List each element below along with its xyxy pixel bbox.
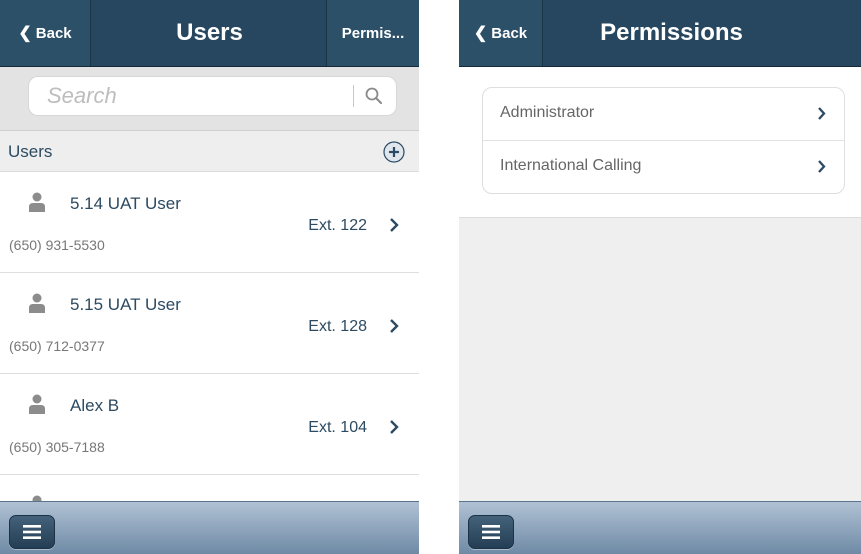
- chevron-right-icon: [390, 319, 399, 333]
- search-bar: [0, 67, 419, 131]
- back-chevron-icon: ❮: [473, 25, 488, 42]
- permissions-navbar: ❮ Back Permissions: [459, 0, 861, 67]
- menu-button[interactable]: [9, 515, 55, 549]
- person-icon: [29, 293, 45, 313]
- users-screen: ❮ Back Users Permis... Users: [0, 0, 419, 554]
- user-extension: Ext. 104: [308, 419, 367, 436]
- user-extension: Ext. 122: [308, 217, 367, 234]
- back-button[interactable]: ❮ Back: [459, 0, 543, 66]
- chevron-right-icon: [390, 218, 399, 232]
- user-phone: (650) 931-5530: [9, 237, 105, 253]
- user-name: Alex B: [70, 396, 120, 415]
- search-divider: [353, 85, 354, 107]
- permission-label: International Calling: [500, 157, 642, 174]
- search-input[interactable]: [47, 77, 346, 115]
- search-icon[interactable]: [364, 86, 384, 106]
- chevron-right-icon: [390, 420, 399, 434]
- chevron-right-icon: [818, 107, 826, 120]
- chevron-right-icon: [818, 160, 826, 173]
- permission-list: Administrator International Calling: [482, 87, 845, 194]
- page-title: Permissions: [600, 19, 743, 46]
- permission-item-international-calling[interactable]: International Calling: [483, 141, 844, 193]
- bottom-toolbar: [459, 501, 861, 554]
- permissions-screen: ❮ Back Permissions Administrator Interna…: [459, 0, 861, 554]
- back-label: Back: [35, 24, 72, 42]
- person-icon: [29, 394, 45, 414]
- back-label: Back: [491, 24, 528, 42]
- users-navbar: ❮ Back Users Permis...: [0, 0, 419, 67]
- user-list: 5.14 UAT User Ext. 122 (650) 931-5530 5.…: [0, 172, 419, 502]
- page-title: Users: [176, 19, 243, 46]
- permissions-content: Administrator International Calling: [459, 67, 861, 218]
- user-row-partial[interactable]: [0, 475, 419, 502]
- menu-icon: [482, 525, 500, 539]
- user-phone: (650) 712-0377: [9, 338, 105, 354]
- back-button[interactable]: ❮ Back: [0, 0, 91, 66]
- section-title: Users: [8, 142, 53, 161]
- user-row[interactable]: 5.15 UAT User Ext. 128 (650) 712-0377: [0, 273, 419, 374]
- permission-label: Administrator: [500, 104, 595, 121]
- back-chevron-icon: ❮: [18, 25, 32, 42]
- user-row[interactable]: Alex B Ext. 104 (650) 305-7188: [0, 374, 419, 475]
- user-name: 5.15 UAT User: [70, 295, 181, 314]
- user-phone: (650) 305-7188: [9, 439, 105, 455]
- user-row[interactable]: 5.14 UAT User Ext. 122 (650) 931-5530: [0, 172, 419, 273]
- menu-icon: [23, 525, 41, 539]
- person-icon: [29, 192, 45, 212]
- menu-button[interactable]: [468, 515, 514, 549]
- permission-item-administrator[interactable]: Administrator: [483, 88, 844, 141]
- user-name: 5.14 UAT User: [70, 194, 181, 213]
- permissions-button[interactable]: Permis...: [326, 0, 419, 66]
- users-section-header: Users: [0, 131, 419, 172]
- search-box[interactable]: [28, 76, 397, 116]
- add-icon[interactable]: [383, 141, 405, 163]
- user-extension: Ext. 128: [308, 318, 367, 335]
- bottom-toolbar: [0, 501, 419, 554]
